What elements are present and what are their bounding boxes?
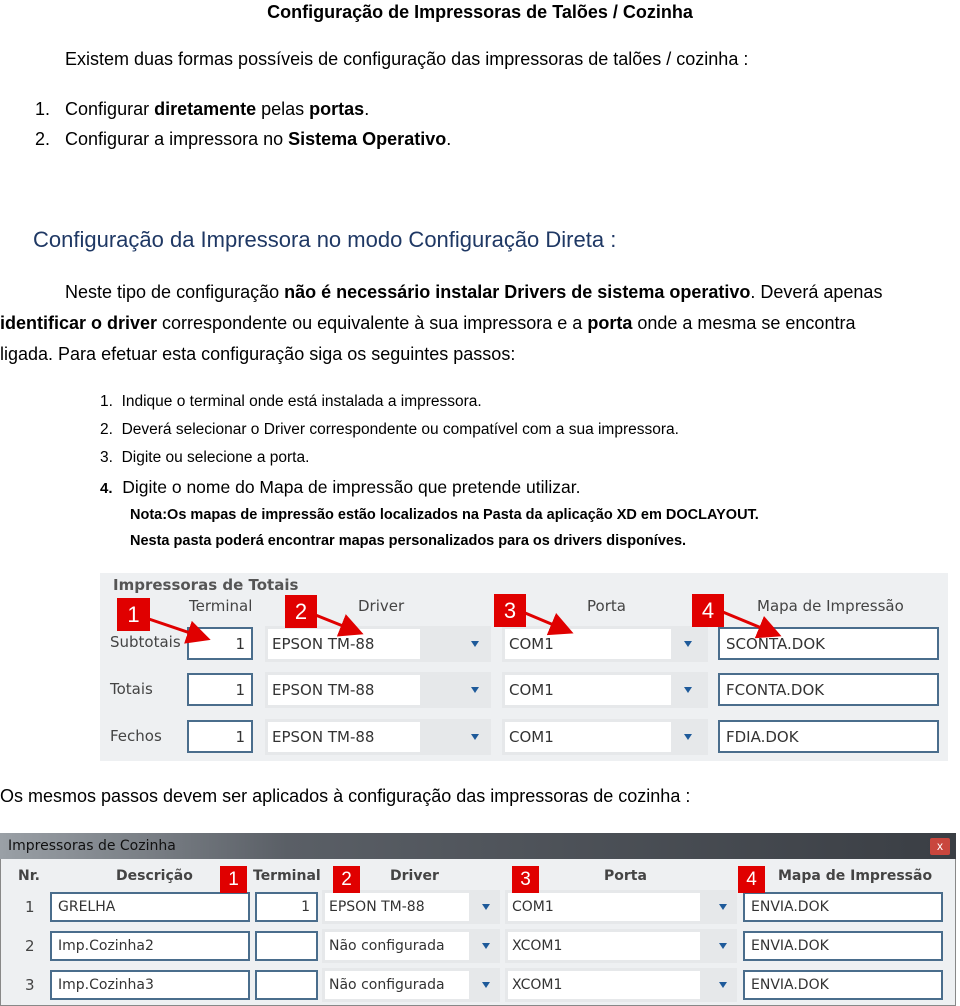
driver-value: Não configurada: [325, 932, 469, 960]
header-driver: Driver: [390, 868, 439, 884]
driver-value: Não configurada: [325, 971, 469, 999]
close-button[interactable]: x: [930, 838, 950, 855]
porta-select[interactable]: XCOM1: [505, 929, 737, 963]
terminal-input[interactable]: [255, 931, 318, 961]
row-number: 2: [25, 937, 35, 955]
descricao-input[interactable]: Imp.Cozinha3: [50, 970, 250, 1000]
porta-select[interactable]: COM1: [505, 890, 737, 924]
chevron-down-icon[interactable]: [719, 904, 727, 910]
chevron-down-icon[interactable]: [482, 904, 490, 910]
porta-select[interactable]: XCOM1: [505, 968, 737, 1002]
mapa-input[interactable]: ENVIA.DOK: [743, 892, 943, 922]
terminal-input[interactable]: [255, 970, 318, 1000]
terminal-input[interactable]: 1: [255, 892, 318, 922]
window-title: Impressoras de Cozinha: [8, 838, 176, 854]
row-number: 1: [25, 898, 35, 916]
row-number: 3: [25, 976, 35, 994]
chevron-down-icon[interactable]: [719, 982, 727, 988]
chevron-down-icon[interactable]: [719, 943, 727, 949]
chevron-down-icon[interactable]: [482, 982, 490, 988]
header-mapa: Mapa de Impressão: [778, 868, 933, 884]
descricao-input[interactable]: Imp.Cozinha2: [50, 931, 250, 961]
driver-value: EPSON TM-88: [325, 893, 469, 921]
mapa-input[interactable]: ENVIA.DOK: [743, 970, 943, 1000]
header-descricao: Descrição: [116, 868, 193, 884]
porta-value: XCOM1: [508, 932, 700, 960]
driver-select[interactable]: Não configurada: [322, 929, 500, 963]
step-badge-3: 3: [512, 866, 539, 893]
mapa-input[interactable]: ENVIA.DOK: [743, 931, 943, 961]
header-terminal: Terminal: [253, 868, 321, 884]
porta-value: COM1: [508, 893, 700, 921]
same-steps-text: Os mesmos passos devem ser aplicados à c…: [0, 786, 691, 806]
chevron-down-icon[interactable]: [482, 943, 490, 949]
header-nr: Nr.: [18, 868, 40, 884]
driver-select[interactable]: Não configurada: [322, 968, 500, 1002]
driver-select[interactable]: EPSON TM-88: [322, 890, 500, 924]
porta-value: XCOM1: [508, 971, 700, 999]
step-badge-2: 2: [333, 866, 360, 893]
descricao-input[interactable]: GRELHA: [50, 892, 250, 922]
header-porta: Porta: [604, 868, 647, 884]
step-badge-4: 4: [738, 866, 765, 893]
step-badge-1: 1: [220, 866, 247, 893]
